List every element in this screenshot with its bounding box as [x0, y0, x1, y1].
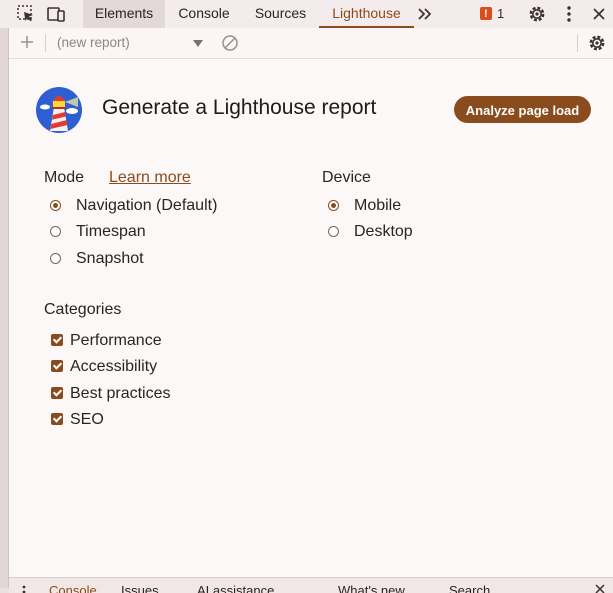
tab-elements[interactable]: Elements	[83, 0, 165, 28]
lighthouse-logo-icon	[36, 87, 82, 133]
mode-label: Mode	[44, 169, 85, 186]
chevron-down-icon	[193, 40, 203, 47]
tab-console[interactable]: Console	[166, 0, 242, 28]
page-title: Generate a Lighthouse report	[102, 96, 377, 119]
issues-badge[interactable]: 1	[478, 6, 510, 22]
toolbar-divider	[45, 34, 46, 52]
option-label: Accessibility	[70, 358, 158, 375]
report-select-value: (new report)	[57, 35, 130, 50]
lighthouse-start-view: Generate a Lighthouse report Analyze pag…	[9, 59, 613, 577]
settings-gear-icon[interactable]	[527, 4, 547, 24]
more-options-icon[interactable]	[560, 4, 578, 24]
learn-more-link[interactable]: Learn more	[109, 169, 191, 187]
radio-button[interactable]	[50, 200, 61, 211]
option-label: Navigation (Default)	[76, 197, 218, 214]
close-devtools-icon[interactable]	[589, 4, 609, 24]
radio-button[interactable]	[50, 226, 61, 237]
devtools-tab-bar: Elements Console Sources Lighthouse 1	[0, 0, 613, 29]
option-label: Desktop	[354, 223, 413, 240]
lighthouse-settings-gear-icon[interactable]	[587, 33, 607, 53]
option-label: Timespan	[76, 223, 146, 240]
option-label: Snapshot	[76, 250, 144, 267]
lighthouse-toolbar: (new report)	[9, 28, 613, 59]
inspect-element-icon[interactable]	[16, 4, 36, 24]
radio-button[interactable]	[328, 200, 339, 211]
new-report-plus-icon[interactable]	[19, 34, 35, 50]
radio-button[interactable]	[328, 226, 339, 237]
option-label: Mobile	[354, 197, 402, 214]
analyze-page-load-button[interactable]: Analyze page load	[454, 96, 591, 123]
toolbar-divider	[577, 34, 578, 52]
checkbox[interactable]	[51, 334, 63, 346]
tab-lighthouse[interactable]: Lighthouse	[319, 0, 414, 28]
issue-flag-icon	[480, 6, 492, 22]
tab-sources[interactable]: Sources	[243, 0, 318, 28]
device-toolbar-icon[interactable]	[46, 4, 66, 24]
checkbox[interactable]	[51, 413, 63, 425]
option-label: Best practices	[70, 385, 171, 402]
clear-reports-icon[interactable]	[221, 34, 239, 52]
option-label: SEO	[70, 411, 104, 428]
device-label: Device	[322, 169, 371, 186]
panel-resize-strip[interactable]	[0, 28, 9, 588]
issues-count: 1	[497, 6, 505, 21]
radio-button[interactable]	[50, 253, 61, 264]
report-select[interactable]: (new report)	[57, 32, 207, 54]
option-label: Performance	[70, 332, 162, 349]
categories-label: Categories	[44, 301, 122, 318]
drawer-tab-bar: Console Issues AI assistance What's new …	[9, 577, 613, 593]
more-tabs-icon[interactable]	[416, 4, 434, 24]
checkbox[interactable]	[51, 387, 63, 399]
checkbox[interactable]	[51, 360, 63, 372]
